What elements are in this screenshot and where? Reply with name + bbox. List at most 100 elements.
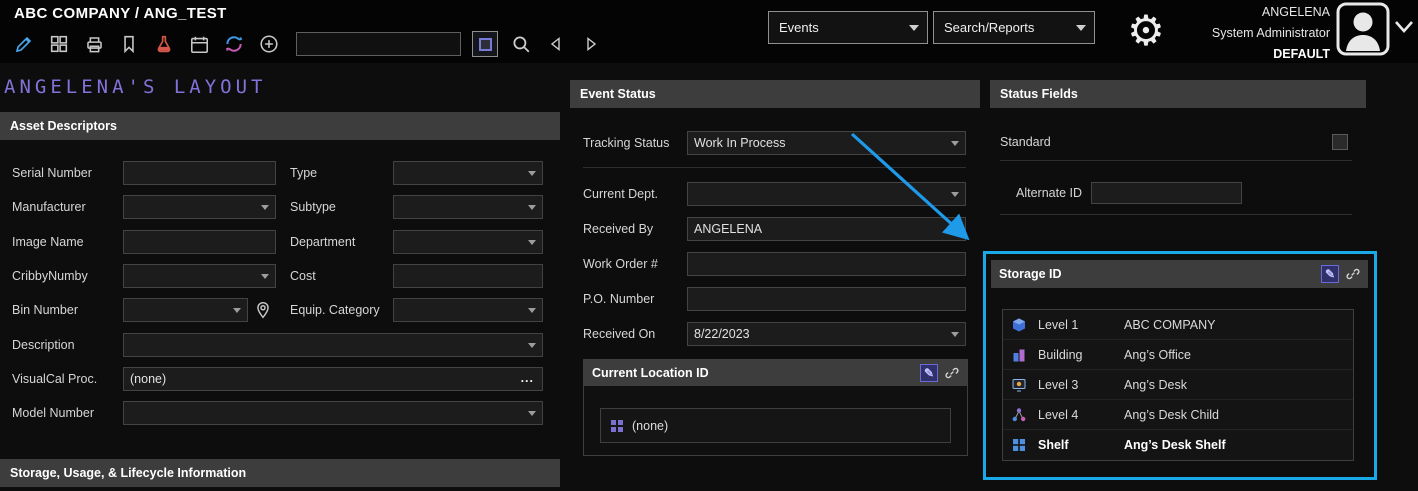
standard-checkbox[interactable] [1332,134,1348,150]
subtype-label: Subtype [290,195,336,219]
layout-title: ANGELENA'S LAYOUT [4,76,266,98]
received-by-value: ANGELENA [694,222,762,236]
flask-icon[interactable] [152,32,176,56]
storage-row-level3[interactable]: Level 3 Ang’s Desk [1003,370,1353,400]
tracking-status-value: Work In Process [694,136,785,150]
received-on-date-select[interactable]: 8/22/2023 [687,322,966,346]
work-order-label: Work Order # [583,252,658,276]
po-number-input[interactable] [687,287,966,311]
chevron-down-icon [528,308,536,313]
layout-grid-icon[interactable] [47,32,71,56]
add-icon[interactable] [257,32,281,56]
storage-id-title: Storage ID [999,267,1062,281]
storage-level-label: Level 1 [1038,318,1124,332]
chevron-down-icon [528,411,536,416]
alternate-id-label: Alternate ID [1016,181,1082,205]
bin-number-select[interactable] [123,298,248,322]
calendar-icon[interactable] [187,32,211,56]
link-location-icon[interactable] [943,364,961,382]
serial-number-label: Serial Number [12,161,92,185]
chevron-down-icon [909,25,919,31]
edit-icon[interactable] [12,32,36,56]
received-by-select[interactable]: ANGELENA [687,217,966,241]
current-dept-select[interactable] [687,182,966,206]
user-info: ANGELENA System Administrator DEFAULT [1150,2,1330,65]
location-grid-icon [610,419,624,433]
next-record-icon[interactable] [579,32,603,56]
link-storage-icon[interactable] [1344,265,1362,283]
storage-level-label: Shelf [1038,438,1124,452]
asset-descriptors-header: Asset Descriptors [0,112,560,140]
storage-value-label: ABC COMPANY [1124,318,1215,332]
sync-icon[interactable] [222,32,246,56]
chevron-down-icon [951,227,959,232]
bookmark-icon[interactable] [117,32,141,56]
chevron-down-icon [528,343,536,348]
subtype-select[interactable] [393,195,543,219]
description-label: Description [12,333,75,357]
events-dropdown[interactable]: Events [768,11,928,44]
storage-row-building[interactable]: Building Ang’s Office [1003,340,1353,370]
storage-value-label: Ang’s Office [1124,348,1191,362]
previous-record-icon[interactable] [544,32,568,56]
tracking-status-select[interactable]: Work In Process [687,131,966,155]
department-label: Department [290,230,355,254]
edit-location-icon[interactable]: ✎ [920,364,938,382]
chevron-down-icon [528,205,536,210]
storage-id-table: Level 1 ABC COMPANY Building Ang’s Offic… [1002,309,1354,461]
manufacturer-select[interactable] [123,195,276,219]
visualcal-proc-value: (none) [130,372,166,386]
storage-usage-lifecycle-header: Storage, Usage, & Lifecycle Information [0,459,560,487]
model-number-label: Model Number [12,401,94,425]
network-icon [1011,407,1038,423]
grid-icon [1011,437,1038,453]
advanced-search-button[interactable] [472,31,498,57]
visualcal-proc-field[interactable]: (none)... [123,367,543,391]
image-name-input[interactable] [123,230,276,254]
storage-id-highlight: Storage ID ✎ Level 1 ABC COMPANY Buildin… [983,251,1377,480]
events-dropdown-label: Events [779,20,819,35]
top-bar: ABC COMPANY / ANG_TEST [0,0,1418,63]
type-select[interactable] [393,161,543,185]
cribbynumby-select[interactable] [123,264,276,288]
search-reports-dropdown[interactable]: Search/Reports [933,11,1095,44]
description-select[interactable] [123,333,543,357]
po-number-label: P.O. Number [583,287,654,311]
equip-category-select[interactable] [393,298,543,322]
received-on-value: 8/22/2023 [694,327,750,341]
user-name: ANGELENA [1150,2,1330,23]
divider [583,167,966,168]
standard-label: Standard [1000,130,1051,154]
user-layout-name: DEFAULT [1150,44,1330,65]
chevron-down-icon [951,141,959,146]
storage-value-label: Ang’s Desk Shelf [1124,438,1226,452]
quick-search-input[interactable] [296,32,461,56]
user-avatar[interactable] [1336,2,1390,61]
divider [1000,214,1352,215]
storage-row-level1[interactable]: Level 1 ABC COMPANY [1003,310,1353,340]
alternate-id-input[interactable] [1091,182,1242,204]
user-menu-chevron-icon[interactable] [1392,16,1416,43]
location-pin-icon[interactable] [254,301,272,324]
storage-level-label: Level 4 [1038,408,1124,422]
chevron-down-icon [261,205,269,210]
department-select[interactable] [393,230,543,254]
search-icon[interactable] [509,32,533,56]
storage-id-header: Storage ID ✎ [991,260,1368,288]
model-number-select[interactable] [123,401,543,425]
visualcal-more-button[interactable]: ... [521,368,534,388]
monitor-icon [1011,377,1038,393]
current-location-value-box[interactable]: (none) [600,408,951,443]
work-order-input[interactable] [687,252,966,276]
advanced-search-icon [479,38,492,51]
storage-row-level4[interactable]: Level 4 Ang’s Desk Child [1003,400,1353,430]
visualcal-proc-label: VisualCal Proc. [12,367,97,391]
chevron-down-icon [528,171,536,176]
print-icon[interactable] [82,32,106,56]
storage-row-shelf[interactable]: Shelf Ang’s Desk Shelf [1003,430,1353,460]
storage-value-label: Ang’s Desk [1124,378,1187,392]
type-label: Type [290,161,317,185]
cost-input[interactable] [393,264,543,288]
serial-number-input[interactable] [123,161,276,185]
edit-storage-icon[interactable]: ✎ [1321,265,1339,283]
